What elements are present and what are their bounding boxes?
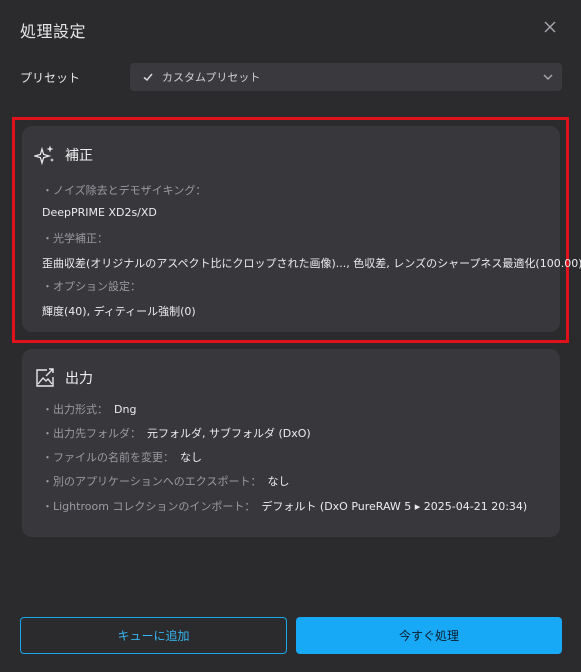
output-row-lightroom: ・Lightroom コレクションのインポート： デフォルト (DxO PureR… [42,498,527,514]
options-label: ・オプション設定： [42,280,141,293]
rename-label: ・ファイルの名前を変更： [42,451,174,464]
preset-label: プリセット [20,71,81,85]
output-folder-label: ・出力先フォルダ： [42,427,141,440]
preset-value: カスタムプリセット [162,71,261,84]
output-row-export: ・別のアプリケーションへのエクスポート： なし [42,473,289,489]
output-format-value: Dng [114,403,137,416]
add-to-queue-button[interactable]: キューに追加 [20,617,287,654]
chevron-down-icon [543,74,553,80]
close-icon[interactable] [541,18,559,36]
noise-label: ・ノイズ除去とデモザイキング： [42,184,207,197]
output-folder-value: 元フォルダ, サブフォルダ (DxO) [147,427,311,440]
lightroom-import-label: ・Lightroom コレクションのインポート： [42,500,256,513]
lightroom-import-value: デフォルト (DxO PureRAW 5 ▸ 2025-04-21 20:34) [261,500,528,513]
optical-label: ・光学補正： [42,232,108,245]
export-app-value: なし [267,475,290,488]
sparkle-icon [34,145,54,166]
options-value: 輝度(40), ディティール強制(0) [42,305,196,318]
processing-settings-dialog: 処理設定 プリセット カスタムプリセット 補正 ・ノイズ除去とデモザイキング： … [0,0,581,672]
output-row-rename: ・ファイルの名前を変更： なし [42,449,202,465]
export-image-icon [36,368,54,387]
correction-card: 補正 ・ノイズ除去とデモザイキング： DeepPRIME XD2s/XD ・光学… [22,126,581,332]
output-row-format: ・出力形式： Dng [42,401,136,417]
dialog-title: 処理設定 [20,22,87,41]
output-card: 出力 ・出力形式： Dng ・出力先フォルダ： 元フォルダ, サブフォルダ (DxO… [22,349,560,537]
noise-value: DeepPRIME XD2s/XD [42,206,157,219]
output-format-label: ・出力形式： [42,403,108,416]
correction-header: 補正 [34,144,93,166]
preset-dropdown[interactable]: カスタムプリセット [130,63,562,91]
rename-value: なし [180,451,202,464]
check-icon [143,73,153,82]
correction-heading: 補正 [65,148,93,164]
optical-value: 歪曲収差(オリジナルのアスペクト比にクロップされた画像)..., 色収差, レン… [42,257,581,270]
process-now-button[interactable]: 今すぐ処理 [296,617,562,654]
export-app-label: ・別のアプリケーションへのエクスポート： [42,475,262,488]
output-row-folder: ・出力先フォルダ： 元フォルダ, サブフォルダ (DxO) [42,425,311,441]
output-heading: 出力 [65,371,93,387]
output-header: 出力 [34,367,93,389]
